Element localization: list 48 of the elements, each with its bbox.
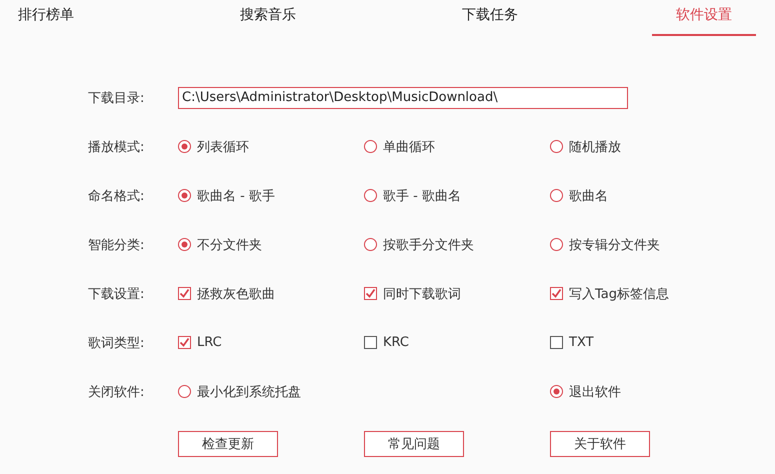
option-label: 歌手 - 歌曲名 [383,188,461,204]
setting-label: 下载设置: [88,286,146,302]
option-label: KRC [383,335,409,350]
option-label: 同时下载歌词 [383,286,461,302]
radio-button[interactable] [550,189,563,202]
radio-button[interactable] [178,385,191,398]
checkbox[interactable] [178,287,191,300]
setting-label: 智能分类: [88,236,146,254]
option-label: 随机播放 [569,138,621,156]
checkbox[interactable] [178,336,191,349]
tab[interactable]: 搜索音乐 [230,0,452,36]
checkbox[interactable] [364,336,377,349]
checkbox[interactable] [550,336,563,349]
radio-button[interactable] [178,189,191,202]
radio-button[interactable] [178,140,191,153]
option-label: 按专辑分文件夹 [569,236,660,254]
action-button[interactable]: 关于软件 [550,430,650,456]
option-label: 不分文件夹 [197,236,262,254]
option-label: 退出软件 [569,384,621,400]
option-label: TXT [569,335,594,350]
setting-label: 播放模式: [88,138,146,156]
radio-button[interactable] [364,238,377,251]
setting-label: 命名格式: [88,188,146,204]
option-label: 列表循环 [197,138,249,156]
option-label: 最小化到系统托盘 [197,384,301,400]
setting-label: 下载目录: [88,90,146,106]
checkbox[interactable] [550,287,563,300]
action-button[interactable]: 检查更新 [178,430,278,456]
option-label: 歌曲名 - 歌手 [197,188,275,204]
tab[interactable]: 软件设置 [652,0,756,36]
action-button[interactable]: 常见问题 [364,430,464,456]
option-label: 拯救灰色歌曲 [197,286,275,302]
setting-label: 关闭软件: [88,384,146,400]
option-label: 写入Tag标签信息 [569,286,670,302]
setting-label: 歌词类型: [88,334,146,352]
radio-button[interactable] [550,238,563,251]
option-label: LRC [197,335,222,350]
radio-button[interactable] [550,140,563,153]
option-label: 歌曲名 [569,188,608,204]
radio-button[interactable] [178,238,191,251]
input-field[interactable]: C:\Users\Administrator\Desktop\MusicDownload\ [178,86,628,108]
option-label: 单曲循环 [383,138,435,156]
checkbox[interactable] [364,287,377,300]
radio-button[interactable] [364,189,377,202]
radio-button[interactable] [550,385,563,398]
radio-button[interactable] [364,140,377,153]
tab[interactable]: 排行榜单 [8,0,230,36]
option-label: 按歌手分文件夹 [383,236,474,254]
